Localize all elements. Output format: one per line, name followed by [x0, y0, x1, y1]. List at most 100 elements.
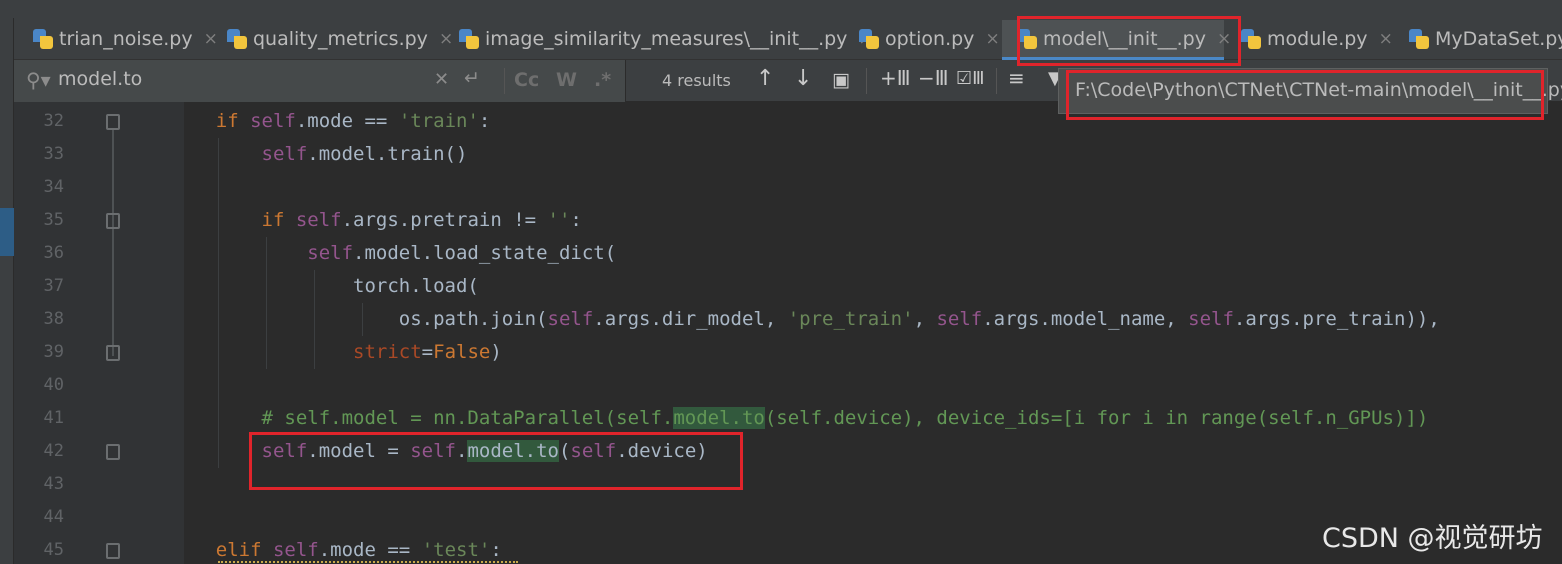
python-file-icon [1240, 28, 1262, 50]
code-text: .model.load_state_dict( [353, 242, 617, 264]
code-line: # self.model = nn.DataParallel(self.mode… [170, 402, 1562, 435]
code-line: torch.load( [170, 270, 1562, 303]
line-number: 32 [43, 111, 64, 131]
python-file-icon [458, 28, 480, 50]
watermark: CSDN @视觉研坊 [1322, 523, 1543, 554]
line-number: 39 [43, 342, 64, 362]
self-token: self [295, 209, 342, 231]
results-count: 4 results [662, 71, 731, 90]
editor-tab-bar: trian_noise.py × quality_metrics.py × im… [0, 0, 1562, 61]
add-occurrence-icon[interactable]: +Ⅲ [880, 66, 911, 90]
fold-marker-icon[interactable] [106, 213, 120, 229]
code-line: os.path.join(self.args.dir_model, 'pre_t… [170, 303, 1562, 336]
line-number: 37 [43, 276, 64, 296]
tab-trian-noise[interactable]: trian_noise.py × [18, 20, 218, 58]
fold-marker-icon[interactable] [106, 444, 120, 460]
annotation-box-code-line [249, 432, 743, 490]
code-editor[interactable]: if self.mode == 'train': self.model.trai… [170, 105, 1562, 564]
match-case-toggle[interactable]: Cc [514, 69, 539, 91]
string-literal: '' [547, 209, 571, 231]
fold-marker-icon[interactable] [106, 114, 120, 130]
tab-option[interactable]: option.py × [844, 20, 1000, 58]
code-text: .args.pre_train)), [1233, 308, 1440, 330]
string-literal: 'train' [398, 110, 479, 132]
divider [504, 68, 505, 94]
remove-occurrence-icon[interactable]: −Ⅲ [918, 66, 949, 90]
divider [996, 68, 997, 94]
tab-mydataset[interactable]: MyDataSet.py [1394, 20, 1562, 58]
self-token: self [936, 308, 983, 330]
left-tool-strip [0, 18, 14, 564]
line-numbers: 32 33 34 35 36 37 38 39 40 41 42 43 44 4… [14, 105, 64, 564]
tab-image-similarity-init[interactable]: image_similarity_measures\__init__.py × [444, 20, 873, 58]
clear-icon[interactable]: ✕ [434, 69, 449, 90]
tab-label: MyDataSet.py [1435, 28, 1562, 50]
code-text: .model.train() [307, 143, 468, 165]
tab-label: quality_metrics.py [253, 28, 428, 50]
python-file-icon [32, 28, 54, 50]
search-match-highlight: model.to [673, 407, 765, 429]
python-file-icon [1408, 28, 1430, 50]
code-line: self.model.load_state_dict( [170, 237, 1562, 270]
python-file-icon [226, 28, 248, 50]
new-line-icon[interactable]: ↵ [464, 67, 480, 89]
line-number: 40 [43, 375, 64, 395]
search-icon[interactable]: ⚲▾ [26, 68, 51, 92]
select-all-occurrences-icon[interactable]: ☑Ⅲ [956, 68, 985, 89]
filter-settings-icon[interactable]: ≡ [1008, 66, 1025, 90]
line-number: 33 [43, 144, 64, 164]
code-text: .args.dir_model, [593, 308, 788, 330]
comment: (self.device), device_ids=[i for i in ra… [764, 407, 1429, 429]
annotation-box-file-path [1066, 70, 1544, 120]
keyword: elif [215, 539, 273, 561]
words-toggle[interactable]: W [556, 69, 577, 91]
keyword: if [215, 110, 251, 132]
line-number: 34 [43, 177, 64, 197]
regex-toggle[interactable]: .* [594, 69, 611, 91]
line-number: 38 [43, 309, 64, 329]
keyword: if [261, 209, 296, 231]
tab-module[interactable]: module.py × [1226, 20, 1393, 58]
open-in-window-icon[interactable]: ▣ [832, 69, 850, 91]
next-occurrence-icon[interactable]: ↓ [794, 66, 812, 91]
fold-marker-icon[interactable] [106, 543, 120, 559]
warning-underline [218, 560, 518, 563]
tab-label: option.py [885, 28, 975, 50]
self-token: self [1188, 308, 1234, 330]
string-literal: 'pre_train' [787, 308, 914, 330]
line-number: 42 [43, 441, 64, 461]
annotation-box-active-tab [1017, 16, 1241, 66]
fold-line [112, 128, 114, 356]
code-text: : [570, 209, 582, 231]
code-text: .mode == [318, 539, 422, 561]
tab-label: module.py [1267, 28, 1368, 50]
code-text: .args.pretrain != [341, 209, 548, 231]
self-token: self [547, 308, 594, 330]
divider [866, 68, 867, 94]
line-number: 41 [43, 408, 64, 428]
self-token: self [261, 143, 308, 165]
fold-marker-icon[interactable] [106, 345, 120, 361]
tab-label: trian_noise.py [59, 28, 193, 50]
self-token: self [272, 539, 319, 561]
python-file-icon [858, 28, 880, 50]
code-text: : [478, 110, 491, 132]
code-text: ) [490, 341, 502, 363]
code-text: torch.load( [353, 275, 479, 297]
code-text: .args.model_name, [982, 308, 1189, 330]
line-number: 45 [43, 540, 64, 560]
line-number: 44 [43, 507, 64, 527]
code-text: .mode == [295, 110, 399, 132]
close-icon[interactable]: × [1379, 29, 1393, 49]
self-token: self [250, 110, 296, 132]
keyword-argument: strict [353, 341, 422, 363]
string-literal: 'test' [421, 539, 491, 561]
self-token: self [307, 242, 354, 264]
code-text: , [913, 308, 937, 330]
tab-quality-metrics[interactable]: quality_metrics.py × [212, 20, 453, 58]
close-icon[interactable]: × [985, 29, 999, 49]
tab-label: image_similarity_measures\__init__.py [485, 28, 848, 50]
previous-occurrence-icon[interactable]: ↑ [756, 66, 774, 91]
